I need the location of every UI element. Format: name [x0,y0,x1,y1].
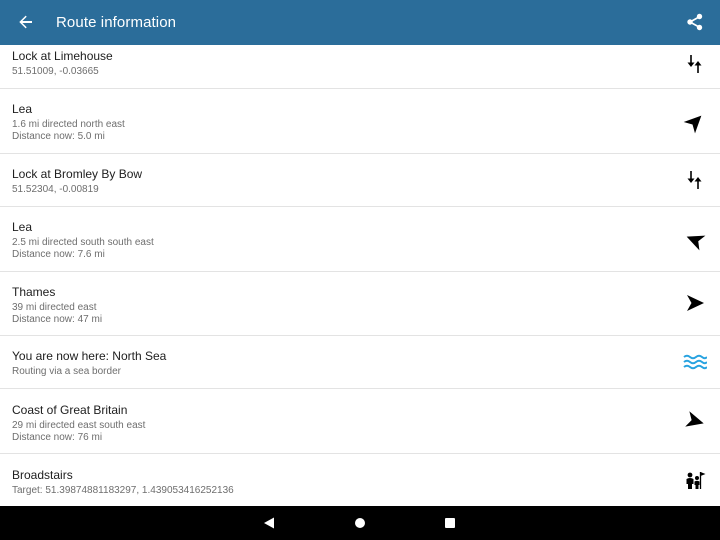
route-step[interactable]: You are now here: North Sea Routing via … [0,336,720,389]
route-step[interactable]: Lock at Limehouse 51.51009, -0.03665 [0,45,720,89]
route-step[interactable]: Lea 1.6 mi directed north east Distance … [0,89,720,154]
sea-waves-icon [682,349,708,375]
lock-transfer-icon [682,51,708,77]
step-direction: 1.6 mi directed north east [12,119,125,130]
triangle-back-icon [264,517,274,529]
destination-flag-icon [682,467,708,493]
step-detail: Target: 51.39874881183297, 1.43905341625… [12,485,234,496]
back-button[interactable] [14,10,38,34]
nav-home-button[interactable] [350,513,370,533]
step-direction: 29 mi directed east south east [12,420,146,431]
lock-transfer-icon [682,167,708,193]
direction-arrow-icon [682,109,708,135]
step-title: Lea [12,102,33,116]
route-step[interactable]: Broadstairs Target: 51.39874881183297, 1… [0,454,720,506]
system-nav-bar [0,506,720,540]
page-title: Route information [56,14,177,31]
step-distance: Distance now: 47 mi [12,314,103,325]
step-title: Coast of Great Britain [12,403,128,417]
back-arrow-icon [19,15,32,29]
route-step[interactable]: Coast of Great Britain 29 mi directed ea… [0,389,720,454]
step-title: Lea [12,220,33,234]
step-detail: 51.52304, -0.00819 [12,184,99,195]
app-bar: Route information [0,0,720,45]
route-step[interactable]: Lock at Bromley By Bow 51.52304, -0.0081… [0,154,720,207]
step-title: Thames [12,285,56,299]
step-distance: Distance now: 5.0 mi [12,131,105,142]
step-direction: 39 mi directed east [12,302,97,313]
share-button[interactable] [684,11,706,33]
step-detail: 51.51009, -0.03665 [12,66,99,77]
route-step[interactable]: Lea 2.5 mi directed south south east Dis… [0,207,720,272]
square-recents-icon [445,518,455,528]
step-direction: 2.5 mi directed south south east [12,237,154,248]
route-step[interactable]: Thames 39 mi directed east Distance now:… [0,272,720,336]
route-list: Lock at Limehouse 51.51009, -0.03665 Lea… [0,45,720,506]
circle-home-icon [355,518,365,528]
direction-arrow-icon [682,408,708,434]
step-title: Lock at Bromley By Bow [12,167,143,181]
direction-arrow-icon [682,290,708,316]
nav-back-button[interactable] [259,513,279,533]
direction-arrow-icon [682,227,708,253]
step-title: Broadstairs [12,468,73,482]
step-detail: Routing via a sea border [12,366,121,377]
step-title: Lock at Limehouse [12,49,113,63]
step-distance: Distance now: 76 mi [12,432,103,443]
share-icon [687,13,703,31]
step-distance: Distance now: 7.6 mi [12,249,105,260]
step-title: You are now here: North Sea [12,349,167,363]
nav-recents-button[interactable] [440,513,460,533]
